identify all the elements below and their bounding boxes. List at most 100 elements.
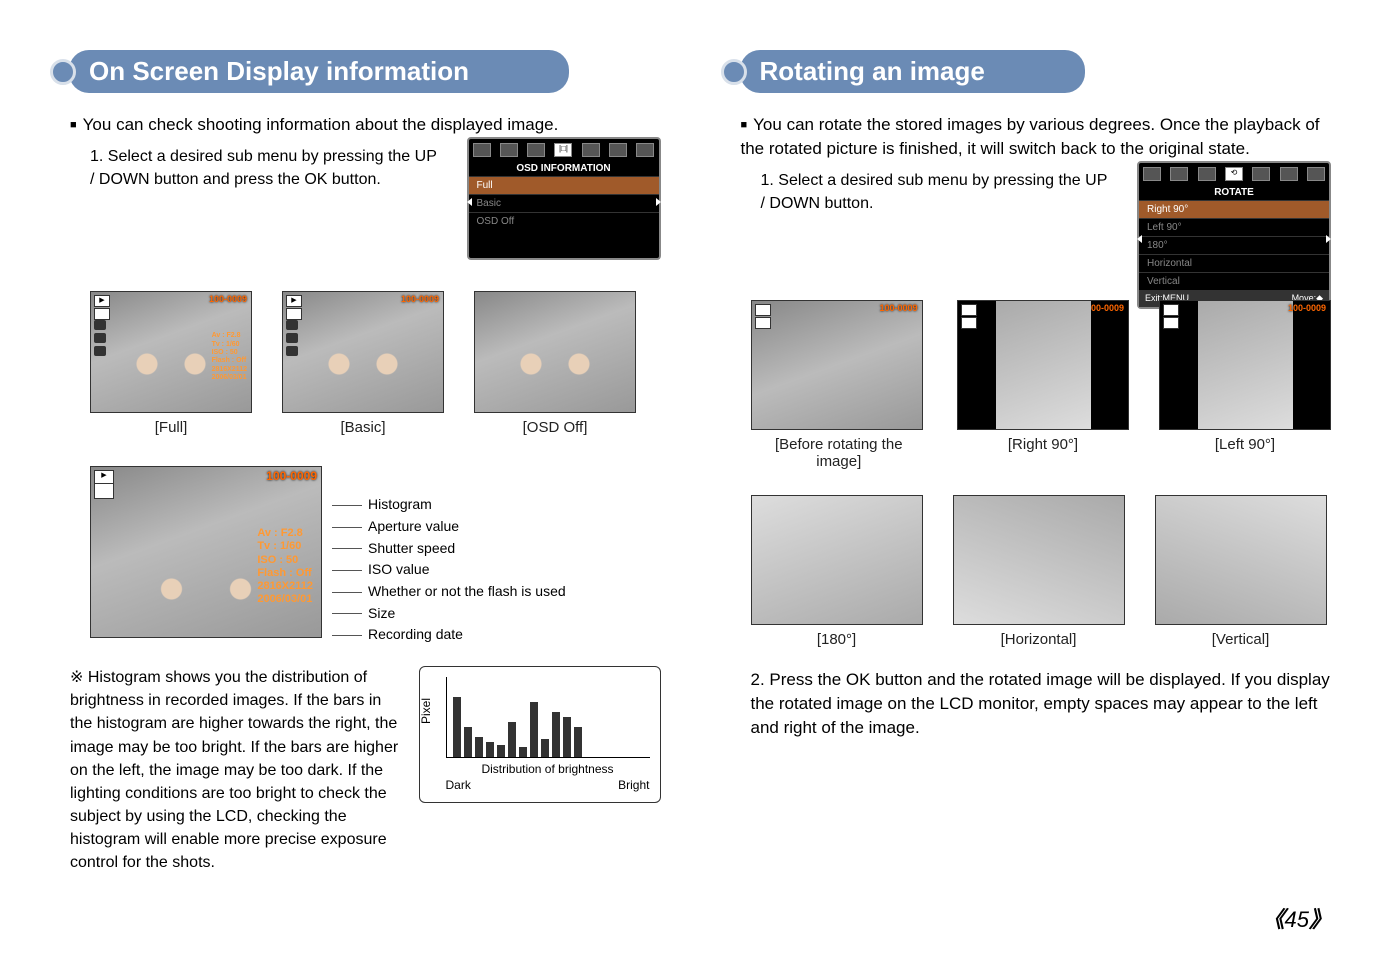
battery-icon xyxy=(1163,317,1179,329)
tab-icon xyxy=(609,143,627,157)
histogram-bar xyxy=(574,727,582,757)
osd-item-osdoff: OSD Off xyxy=(469,212,659,230)
rotated-image xyxy=(1198,301,1293,429)
play-icon: ▶ xyxy=(94,295,110,307)
thumb-basic: ▶ 100-0009 xyxy=(282,291,444,413)
detail-thumb: ▶ 100-0009 Av : F2.8 Tv : 1/60 ISO : 50 … xyxy=(90,466,322,638)
menu-arrow-right-icon xyxy=(1326,235,1331,243)
tab-icon xyxy=(500,143,518,157)
intro-text-left: You can check shooting information about… xyxy=(70,113,661,137)
thumb-image-content xyxy=(91,332,251,412)
rotate-thumbs-row1: 100-0009 [Before rotating the image] 100… xyxy=(751,300,1332,470)
rotated-image xyxy=(954,496,1124,624)
thumb-caption-basic: [Basic] xyxy=(282,419,444,436)
thumb-image-content xyxy=(283,332,443,412)
step1-right: 1. Select a desired sub menu by pressing… xyxy=(761,169,1112,215)
thumb-image-content xyxy=(475,332,635,412)
rotate-thumbs-row2: 100-0009 [180°] 100-0009 [Horizontal] xyxy=(751,495,1332,648)
detail-block: ▶ 100-0009 Av : F2.8 Tv : 1/60 ISO : 50 … xyxy=(90,466,661,646)
rotated-image xyxy=(996,301,1091,429)
rthumb-before: 100-0009 xyxy=(751,300,923,430)
histogram-bar xyxy=(486,742,494,757)
step1-left: 1. Select a desired sub menu by pressing… xyxy=(90,145,441,191)
battery-icon xyxy=(961,317,977,329)
header-bullet-icon xyxy=(721,59,747,85)
menu-arrow-left-icon xyxy=(1137,235,1142,243)
histogram-bar xyxy=(541,739,549,757)
histogram-bright-label: Bright xyxy=(618,778,649,792)
header-bullet-icon xyxy=(50,59,76,85)
rthumb-caption-180: [180°] xyxy=(751,631,923,648)
thumb-caption-osdoff: [OSD Off] xyxy=(474,419,636,436)
rthumb-horizontal: 100-0009 xyxy=(953,495,1125,625)
histogram-note: ※ Histogram shows you the distribution o… xyxy=(70,666,399,875)
callout-aperture: Aperture value xyxy=(368,516,566,538)
rotated-image xyxy=(1156,496,1326,624)
file-number: 100-0009 xyxy=(1086,303,1124,313)
callout-size: Size xyxy=(368,603,566,625)
osd-item-basic: Basic xyxy=(469,194,659,212)
osd-item-right90: Right 90° xyxy=(1139,200,1329,218)
battery-icon xyxy=(286,308,302,320)
rthumb-180: 100-0009 xyxy=(751,495,923,625)
tab-icon xyxy=(1252,167,1270,181)
osd-title: OSD INFORMATION xyxy=(469,161,659,176)
osd-item-full: Full xyxy=(469,176,659,194)
thumb-osdoff xyxy=(474,291,636,413)
osd-item-horizontal: Horizontal xyxy=(1139,254,1329,272)
histogram-diagram: Pixel Distribution of brightness xyxy=(419,666,661,803)
tab-icon xyxy=(636,143,654,157)
section-header-left: On Screen Display information xyxy=(50,50,661,93)
file-number: 100-0009 xyxy=(1288,303,1326,313)
histogram-bar xyxy=(497,745,505,757)
thumb-image-content xyxy=(91,557,321,637)
osd-tabs: |□| xyxy=(469,139,659,161)
histogram-bar xyxy=(519,747,527,757)
rthumb-vertical: 100-0009 xyxy=(1155,495,1327,625)
histogram-chart xyxy=(446,677,650,758)
histogram-dark-label: Dark xyxy=(446,778,471,792)
tab-icon xyxy=(473,143,491,157)
tab-icon xyxy=(1170,167,1188,181)
callout-iso: ISO value xyxy=(368,559,566,581)
play-icon xyxy=(755,304,771,316)
section-title-right: Rotating an image xyxy=(740,50,1085,93)
tab-icon xyxy=(1307,167,1325,181)
file-number: 100-0009 xyxy=(209,294,247,304)
battery-icon xyxy=(94,308,110,320)
osd-tabs: ⟲ xyxy=(1139,163,1329,185)
intro-text-right: You can rotate the stored images by vari… xyxy=(741,113,1332,161)
tab-icon xyxy=(527,143,545,157)
rthumb-right90: 100-0009 xyxy=(957,300,1129,430)
rotate-menu: ⟲ ROTATE Right 90° Left 90° 180° Horizon… xyxy=(1137,161,1331,309)
callout-date: Recording date xyxy=(368,624,566,646)
osd-item-left90: Left 90° xyxy=(1139,218,1329,236)
callout-shutter: Shutter speed xyxy=(368,538,566,560)
file-number: 100-0009 xyxy=(266,469,317,483)
histogram-bar xyxy=(464,727,472,757)
tab-icon xyxy=(582,143,600,157)
page-number: 《45》 xyxy=(1262,902,1331,934)
thumb-row-left: ▶ 100-0009 Av : F2.8 Tv : 1/60 ISO : 50 … xyxy=(90,291,661,436)
rthumb-caption-vertical: [Vertical] xyxy=(1155,631,1327,648)
tab-icon-active: ⟲ xyxy=(1225,167,1243,181)
tab-icon xyxy=(1143,167,1161,181)
histogram-bar xyxy=(563,717,571,757)
osd-information-menu: |□| OSD INFORMATION Full Basic OSD Off xyxy=(467,137,661,260)
step2-right: 2. Press the OK button and the rotated i… xyxy=(751,668,1332,739)
play-icon xyxy=(1163,304,1179,316)
menu-arrow-left-icon xyxy=(467,198,472,206)
osd-item-vertical: Vertical xyxy=(1139,272,1329,290)
battery-icon xyxy=(94,483,114,499)
battery-icon xyxy=(755,317,771,329)
tab-icon xyxy=(1198,167,1216,181)
section-header-right: Rotating an image xyxy=(721,50,1332,93)
tab-icon-active: |□| xyxy=(554,143,572,157)
histogram-bar xyxy=(453,697,461,757)
play-icon xyxy=(961,304,977,316)
file-number: 100-0009 xyxy=(879,303,917,313)
rotated-image xyxy=(752,496,922,624)
histogram-bar xyxy=(475,737,483,757)
rthumb-caption-before: [Before rotating the image] xyxy=(751,436,928,470)
play-icon: ▶ xyxy=(286,295,302,307)
